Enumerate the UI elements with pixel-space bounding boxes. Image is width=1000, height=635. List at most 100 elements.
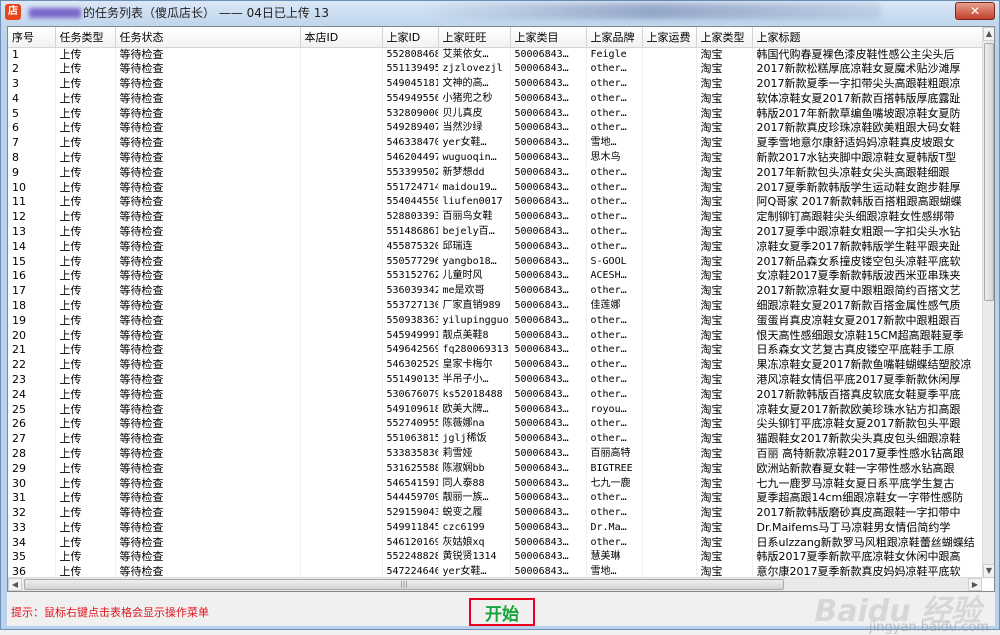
column-header[interactable]: 上家标题 xyxy=(752,27,985,48)
table-cell: 50006843… xyxy=(510,120,587,136)
table-cell: 50006843… xyxy=(510,106,587,121)
table-row[interactable]: 17上传等待检查 536039342438me是欢哥50006843…other…… xyxy=(8,283,985,299)
table-row[interactable]: 27上传等待检查 551063815291jglj稀饭50006843…other… xyxy=(8,431,985,447)
table-row[interactable]: 16上传等待检查 553152762420儿童时风50006843…ACESH… 淘… xyxy=(8,268,985,284)
table-cell: Dr.Ma… xyxy=(586,520,643,536)
table-cell: 淘宝 xyxy=(696,268,753,284)
table-cell: 45587532096 xyxy=(382,239,439,255)
table-cell: 上传 xyxy=(55,550,116,565)
table-cell: 恨天高性感细跟女凉鞋15CM超高跟鞋夏季 xyxy=(752,328,985,343)
table-row[interactable]: 26上传等待检查 552740955762陈薇娜na50006843…other…… xyxy=(8,416,985,432)
table-cell: other… xyxy=(586,106,643,121)
table-cell xyxy=(642,446,697,462)
table-cell: zjzlovezjl xyxy=(438,61,511,77)
table-row[interactable]: 21上传等待检查 549642569618fq28006931350006843…… xyxy=(8,342,985,358)
table-row[interactable]: 30上传等待检查 546541591043同人泰8850006843…七九一鹿 淘宝… xyxy=(8,476,985,491)
table-cell: 淘宝 xyxy=(696,283,753,299)
table-cell: 上传 xyxy=(55,91,116,107)
table-row[interactable]: 6上传等待检查 549289407756当然沙绿50006843…other… 淘宝… xyxy=(8,120,985,136)
table-cell xyxy=(642,490,697,506)
vertical-scroll-thumb[interactable] xyxy=(984,43,994,301)
table-cell: 等待检查 xyxy=(115,209,301,225)
table-row[interactable]: 33上传等待检查549911845617czc619950006843…Dr.M… xyxy=(8,520,985,536)
table-cell: 半吊子小… xyxy=(438,372,511,388)
start-button[interactable]: 开始 xyxy=(469,598,535,626)
column-header[interactable]: 上家旺旺 xyxy=(438,27,511,48)
table-row[interactable]: 18上传等待检查 553727130030厂家直销98950006843…佳莲娜 淘… xyxy=(8,298,985,314)
app-icon: 店 xyxy=(5,4,21,20)
column-header[interactable]: 任务类型 xyxy=(55,27,116,48)
table-row[interactable]: 9上传等待检查 553399502137新梦想dd50006843…other… 淘… xyxy=(8,165,985,181)
column-header[interactable]: 任务状态 xyxy=(115,27,301,48)
table-cell: 552740955762 xyxy=(382,416,439,432)
window-title: 的任务列表（傻瓜店长） —— 04日已上传 13 xyxy=(29,4,329,21)
table-cell xyxy=(642,180,697,195)
close-button[interactable]: ✕ xyxy=(955,2,995,20)
vertical-scrollbar[interactable]: ▲ ▼ xyxy=(982,27,994,578)
table-row[interactable]: 13上传等待检查 551486861880bejely百…50006843…oth… xyxy=(8,224,985,240)
table-cell xyxy=(300,254,383,269)
scroll-down-icon[interactable]: ▼ xyxy=(983,564,994,578)
horizontal-scroll-thumb[interactable]: ||| xyxy=(24,579,784,590)
table-cell xyxy=(300,106,383,121)
table-cell: other… xyxy=(586,328,643,343)
table-cell xyxy=(642,357,697,373)
table-row[interactable]: 19上传等待检查 550938363834yilupingguo50006843…… xyxy=(8,313,985,329)
task-grid[interactable]: 序号 任务类型 任务状态 本店ID 上家ID 上家旺旺 上家类目 上家品牌 上家运费 上家类型 上家… xyxy=(7,26,995,592)
table-row[interactable]: 23上传等待检查 551490135439半吊子小…50006843…other…… xyxy=(8,372,985,388)
table-cell: 等待检查 xyxy=(115,120,301,136)
column-header[interactable]: 序号 xyxy=(8,27,56,48)
table-row[interactable]: 35上传等待检查 552248828961黄锐贤131450006843…慧美琳 淘… xyxy=(8,550,985,565)
task-table: 序号 任务类型 任务状态 本店ID 上家ID 上家旺旺 上家类目 上家品牌 上家运费 上家类型 上家… xyxy=(8,27,985,580)
table-row[interactable]: 20上传等待检查 545949991660靓点美鞋850006843…other…… xyxy=(8,328,985,343)
scroll-up-icon[interactable]: ▲ xyxy=(983,27,994,41)
table-row[interactable]: 7上传等待检查 546338470356yer女鞋…50006843…雪地… 淘宝夏… xyxy=(8,135,985,151)
column-header[interactable]: 上家类目 xyxy=(510,27,587,48)
table-row[interactable]: 8上传等待检查 546204497715wuguoqin…50006843…思木鸟… xyxy=(8,150,985,166)
table-row[interactable]: 5上传等待检查 532809000124贝儿真皮50006843…other… 淘宝… xyxy=(8,106,985,121)
table-row[interactable]: 34上传等待检查 546120169222灰姑娘xq50006843…other…… xyxy=(8,535,985,551)
table-row[interactable]: 3上传等待检查 549045181133文神的高…50006843…other… 淘… xyxy=(8,76,985,92)
table-cell: 546338470356 xyxy=(382,135,439,151)
table-row[interactable]: 4上传等待检查 554949556068小猪兜之秒50006843…other… 淘… xyxy=(8,91,985,107)
table-row[interactable]: 2上传等待检查 551139495873zjzlovezjl50006843…ot… xyxy=(8,61,985,77)
table-cell: 上传 xyxy=(55,505,116,521)
table-row[interactable]: 31上传等待检查 544459709749靓丽一族…50006843…other…… xyxy=(8,490,985,506)
table-cell: 550577296683 xyxy=(382,254,439,269)
table-row[interactable]: 1上传等待检查 552808468766艾莱依女…50006843…Feigle 淘… xyxy=(8,47,985,62)
table-row[interactable]: 22上传等待检查 546302529170皇家卡梅尔50006843…other…… xyxy=(8,357,985,373)
table-row[interactable]: 29上传等待检查 531625588272陈淑娴bb50006843…BIGTRE… xyxy=(8,461,985,477)
table-cell: 19 xyxy=(8,313,56,329)
table-row[interactable]: 28上传等待检查 533835836785莉雪娅50006843…百丽高特 淘宝百丽… xyxy=(8,446,985,462)
column-header[interactable]: 本店ID xyxy=(300,27,383,48)
scroll-left-icon[interactable]: ◀ xyxy=(8,578,22,591)
table-cell: 等待检查 xyxy=(115,476,301,491)
title-bar[interactable]: 店 的任务列表（傻瓜店长） —— 04日已上传 13 ✕ xyxy=(1,1,999,23)
table-cell: 淘宝 xyxy=(696,402,753,417)
table-row[interactable]: 32上传等待检查 529159043993蜕变之履50006843…other… 淘… xyxy=(8,505,985,521)
table-cell xyxy=(642,239,697,255)
table-row[interactable]: 10上传等待检查 551724714912maidou19…50006843…ot… xyxy=(8,180,985,195)
column-header[interactable]: 上家运费 xyxy=(642,27,697,48)
table-cell xyxy=(642,372,697,388)
column-header[interactable]: 上家品牌 xyxy=(586,27,643,48)
table-row[interactable]: 15上传等待检查 550577296683yangbo18…50006843…S-… xyxy=(8,254,985,269)
table-cell: 韩版2017夏季新款平底凉鞋女休闲中跟高 xyxy=(752,550,985,565)
table-row[interactable]: 25上传等待检查 549109618992欧美大牌…50006843…royou…… xyxy=(8,402,985,417)
table-cell xyxy=(642,342,697,358)
column-header[interactable]: 上家ID xyxy=(382,27,439,48)
client-area: 序号 任务类型 任务状态 本店ID 上家ID 上家旺旺 上家类目 上家品牌 上家运费 上家类型 上家… xyxy=(7,26,995,635)
table-cell: Feigle xyxy=(586,47,643,62)
table-cell: 50006843… xyxy=(510,328,587,343)
table-cell: 35 xyxy=(8,550,56,565)
table-row[interactable]: 12上传等待检查 528803393638百丽鸟女鞋50006843…other…… xyxy=(8,209,985,225)
table-row[interactable]: 24上传等待检查 530676079087ks5201848850006843…o… xyxy=(8,387,985,403)
table-cell xyxy=(300,47,383,62)
column-header[interactable]: 上家类型 xyxy=(696,27,753,48)
table-cell: 10 xyxy=(8,180,56,195)
table-row[interactable]: 14上传等待检查 45587532096邱瑞连50006843…other… 淘宝凉… xyxy=(8,239,985,255)
table-cell: 50006843… xyxy=(510,550,587,565)
table-cell xyxy=(642,150,697,166)
table-row[interactable]: 11上传等待检查 554044550334liufen001750006843…o… xyxy=(8,194,985,210)
table-cell: 549109618992 xyxy=(382,402,439,417)
